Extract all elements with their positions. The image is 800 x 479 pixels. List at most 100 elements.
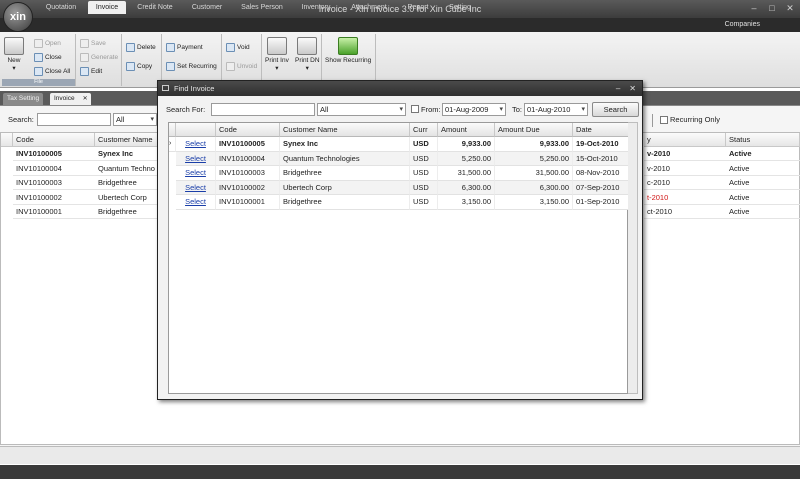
cell-code: INV10100003 bbox=[13, 176, 95, 190]
tab-sales-person[interactable]: Sales Person bbox=[236, 1, 288, 14]
void-icon bbox=[226, 43, 235, 52]
recurring-only-checkbox[interactable] bbox=[660, 116, 668, 124]
print-inv-button[interactable]: Print Inv ▾ bbox=[265, 37, 289, 72]
close-icon[interactable]: ✕ bbox=[629, 81, 636, 96]
cell-currency: USD bbox=[410, 195, 438, 210]
recurring-icon bbox=[166, 62, 175, 71]
delete-button[interactable]: Delete bbox=[126, 43, 156, 52]
cell-status: Active bbox=[726, 205, 800, 219]
edit-group: Save Generate Edit bbox=[78, 34, 122, 86]
open-button[interactable]: Open bbox=[34, 39, 61, 48]
from-date-picker[interactable]: 01-Aug-2009 bbox=[442, 103, 506, 116]
generate-button[interactable]: Generate bbox=[80, 53, 118, 62]
close-all-button[interactable]: Close All bbox=[34, 67, 70, 76]
doc-tab-invoice[interactable]: Invoice ✕ bbox=[50, 93, 91, 105]
tab-setting[interactable]: Setting bbox=[440, 1, 480, 14]
cell-due-date: ct-2010 bbox=[644, 205, 726, 219]
select-link[interactable]: Select bbox=[176, 180, 216, 195]
save-button[interactable]: Save bbox=[80, 39, 106, 48]
edit-icon bbox=[80, 67, 89, 76]
dlg-col-amount-due[interactable]: Amount Due bbox=[495, 123, 573, 137]
col-status[interactable]: Status bbox=[726, 133, 800, 147]
dialog-vertical-scrollbar[interactable] bbox=[628, 122, 638, 394]
new-button[interactable]: New ▾ bbox=[4, 37, 24, 72]
cell-customer: Ubertech Corp bbox=[95, 191, 159, 205]
divider bbox=[652, 114, 653, 127]
cell-status: Active bbox=[726, 162, 800, 176]
tab-attachment[interactable]: Attachment bbox=[344, 1, 394, 14]
dlg-col-amount[interactable]: Amount bbox=[438, 123, 495, 137]
cell-status: Active bbox=[726, 147, 800, 161]
col-customer[interactable]: Customer Name bbox=[95, 133, 159, 147]
minimize-icon[interactable]: – bbox=[616, 81, 620, 96]
close-icon[interactable]: ✕ bbox=[784, 2, 796, 14]
search-for-input[interactable] bbox=[211, 103, 315, 116]
search-input[interactable] bbox=[37, 113, 111, 126]
companies-button[interactable]: Companies bbox=[725, 18, 760, 32]
cell-date: 01-Sep-2010 bbox=[573, 195, 629, 210]
col-due-date[interactable]: y bbox=[644, 133, 726, 147]
print-group: Print Inv ▾ Print DN ▾ bbox=[264, 34, 322, 86]
tab-inventory[interactable]: Inventory bbox=[294, 1, 338, 14]
dlg-col-curr[interactable]: Curr bbox=[410, 123, 438, 137]
dialog-title: Find Invoice bbox=[174, 84, 215, 93]
tab-quotation[interactable]: Quotation bbox=[38, 1, 84, 14]
close-tab-icon[interactable]: ✕ bbox=[83, 93, 88, 105]
cell-amount: 6,300.00 bbox=[438, 180, 495, 195]
filter-dropdown[interactable]: All bbox=[113, 113, 157, 126]
copy-button[interactable]: Copy bbox=[126, 62, 152, 71]
tab-invoice[interactable]: Invoice bbox=[88, 1, 126, 14]
folder-icon bbox=[34, 39, 43, 48]
app-logo[interactable]: xin bbox=[3, 2, 33, 32]
cell-code: INV10100002 bbox=[216, 180, 280, 195]
cell-due-date: c-2010 bbox=[644, 176, 726, 190]
select-link[interactable]: Select bbox=[176, 151, 216, 166]
horizontal-scrollbar[interactable] bbox=[0, 446, 800, 464]
new-icon bbox=[4, 37, 24, 55]
void-group: Void Unvoid bbox=[224, 34, 262, 86]
from-label: From: bbox=[421, 105, 441, 114]
cell-code: INV10100002 bbox=[13, 191, 95, 205]
cell-amount-due: 3,150.00 bbox=[495, 195, 573, 210]
dialog-title-bar: Find Invoice bbox=[158, 81, 642, 96]
close-button[interactable]: Close bbox=[34, 53, 62, 62]
col-code[interactable]: Code bbox=[13, 133, 95, 147]
save-icon bbox=[80, 39, 89, 48]
payment-button[interactable]: Payment bbox=[166, 43, 203, 52]
recurring-group: Show Recurring bbox=[324, 34, 376, 86]
cell-customer: Bridgethree bbox=[95, 205, 159, 219]
search-for-label: Search For: bbox=[166, 105, 206, 114]
tab-credit-note[interactable]: Credit Note bbox=[131, 1, 179, 14]
cell-amount-due: 31,500.00 bbox=[495, 166, 573, 181]
status-bar bbox=[0, 465, 800, 479]
tab-customer[interactable]: Customer bbox=[184, 1, 230, 14]
cell-code: INV10100005 bbox=[216, 137, 280, 152]
print-dn-button[interactable]: Print DN ▾ bbox=[295, 37, 320, 72]
cell-currency: USD bbox=[410, 151, 438, 166]
set-recurring-button[interactable]: Set Recurring bbox=[166, 62, 217, 71]
cell-amount-due: 6,300.00 bbox=[495, 180, 573, 195]
doc-tab-tax-setting[interactable]: Tax Setting bbox=[3, 93, 44, 105]
window-controls: – □ ✕ bbox=[748, 2, 796, 14]
dlg-col-date[interactable]: Date bbox=[573, 123, 629, 137]
minimize-icon[interactable]: – bbox=[748, 2, 760, 14]
to-date-picker[interactable]: 01-Aug-2010 bbox=[524, 103, 588, 116]
maximize-icon[interactable]: □ bbox=[766, 2, 778, 14]
scope-dropdown[interactable]: All bbox=[317, 103, 406, 116]
dlg-col-code[interactable]: Code bbox=[216, 123, 280, 137]
cell-code: INV10100001 bbox=[13, 205, 95, 219]
tab-report[interactable]: Report bbox=[400, 1, 436, 14]
cell-code: INV10100001 bbox=[216, 195, 280, 210]
void-button[interactable]: Void bbox=[226, 43, 250, 52]
select-link[interactable]: Select bbox=[176, 166, 216, 181]
search-button[interactable]: Search bbox=[592, 102, 639, 117]
select-link[interactable]: Select bbox=[176, 137, 216, 152]
select-link[interactable]: Select bbox=[176, 195, 216, 210]
show-recurring-button[interactable]: Show Recurring bbox=[325, 37, 371, 64]
cell-due-date: v-2010 bbox=[644, 162, 726, 176]
cell-date: 08-Nov-2010 bbox=[573, 166, 629, 181]
dlg-col-customer[interactable]: Customer Name bbox=[280, 123, 410, 137]
from-checkbox[interactable] bbox=[411, 105, 419, 113]
edit-button[interactable]: Edit bbox=[80, 67, 102, 76]
unvoid-button[interactable]: Unvoid bbox=[226, 62, 257, 71]
